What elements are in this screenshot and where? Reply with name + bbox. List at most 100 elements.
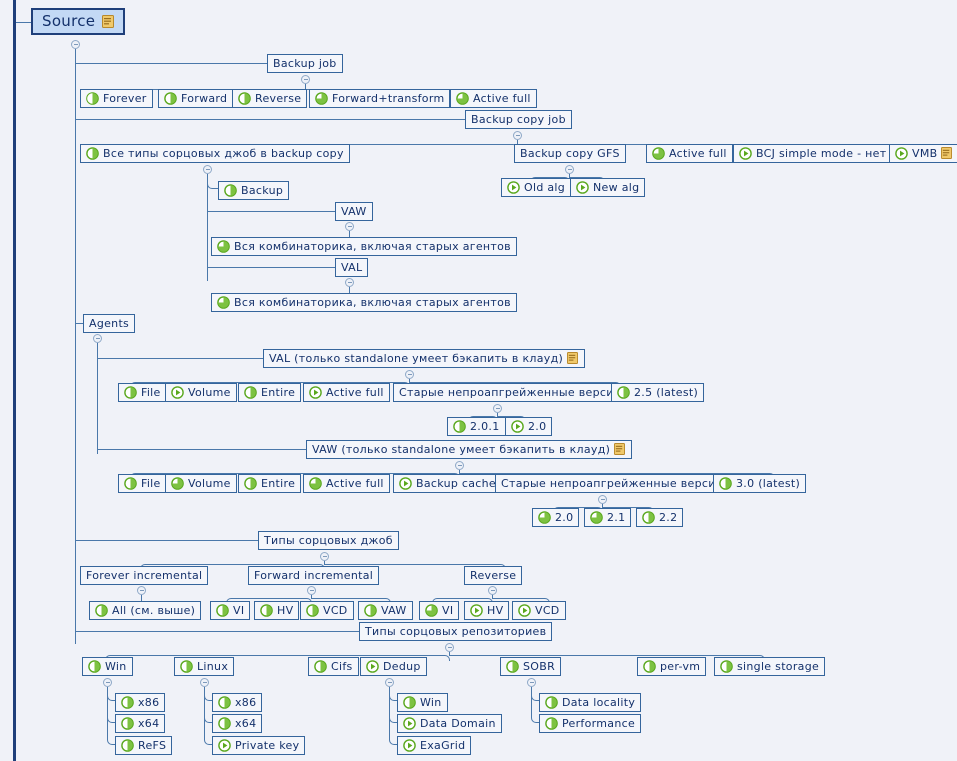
node-fi-vi[interactable]: VI [210,601,251,620]
node-vaw-active-full[interactable]: Active full [303,474,390,493]
node-val-latest[interactable]: 2.5 (latest) [611,383,705,402]
node-vaw-entire[interactable]: Entire [238,474,302,493]
node-linux-x64[interactable]: x64 [212,714,263,733]
collapse-handle-bcj[interactable] [513,131,522,140]
node-vaw-old-versions[interactable]: Старые непроапгрейженные версии [495,474,730,493]
node-bcj-active-full[interactable]: Active full [646,144,733,163]
collapse-handle-bcj-val[interactable] [345,278,354,287]
node-bcj-vaw-combo[interactable]: Вся комбинаторика, включая старых агенто… [211,237,517,256]
node-vaw-21[interactable]: 2.1 [584,508,632,527]
node-job-types-label: Типы сорцовых джоб [264,534,393,547]
node-val-20[interactable]: 2.0 [505,417,553,436]
node-val-entire[interactable]: Entire [238,383,302,402]
node-val-201[interactable]: 2.0.1 [447,417,506,436]
node-bj-forward-transform[interactable]: Forward+transform [309,89,451,108]
collapse-handle-source[interactable] [71,40,80,49]
node-win-x64[interactable]: x64 [115,714,166,733]
node-sobr-data-locality[interactable]: Data locality [539,693,642,712]
collapse-handle-val-header[interactable] [405,370,414,379]
node-val-header[interactable]: VAL (только standalone умеет бэкапить в … [263,349,586,368]
node-rv-hv[interactable]: HV [464,601,510,620]
node-dedup-win[interactable]: Win [397,693,448,712]
node-sobr-performance[interactable]: Performance [539,714,642,733]
node-val-old-versions[interactable]: Старые непроапгрейженные версии [393,383,628,402]
collapse-handle-vaw-old[interactable] [598,495,607,504]
node-vaw-20-label: 2.0 [555,511,574,524]
node-repo-win[interactable]: Win [82,657,133,676]
node-job-types[interactable]: Типы сорцовых джоб [258,531,399,550]
collapse-handle-repo-win[interactable] [103,678,112,687]
node-bcj-vmb[interactable]: VMB [889,144,957,163]
collapse-handle-repo-dedup[interactable] [385,678,394,687]
node-vaw-backup-cache[interactable]: Backup cache [393,474,502,493]
node-bj-reverse[interactable]: Reverse [232,89,308,108]
node-vaw-latest[interactable]: 3.0 (latest) [713,474,807,493]
node-jt-reverse[interactable]: Reverse [464,566,523,585]
node-repo-dedup[interactable]: Dedup [360,657,427,676]
collapse-handle-gfs[interactable] [565,165,574,174]
node-val-active-full[interactable]: Active full [303,383,390,402]
node-val-file[interactable]: File [118,383,167,402]
node-source[interactable]: Source [31,8,126,35]
node-repo-per-vm[interactable]: per-vm [637,657,707,676]
collapse-handle-vaw-header[interactable] [455,461,464,470]
node-repo-linux[interactable]: Linux [174,657,235,676]
node-linux-x86[interactable]: x86 [212,693,263,712]
node-bj-active-full[interactable]: Active full [450,89,537,108]
node-jt-all[interactable]: All (см. выше) [89,601,202,620]
mindmap-canvas: Source Backup job Forever Forward Revers… [0,0,957,761]
collapse-handle-val-old[interactable] [493,404,502,413]
node-repo-sobr[interactable]: SOBR [500,657,562,676]
node-repo-single-storage[interactable]: single storage [714,657,826,676]
collapse-handle-all-types[interactable] [203,165,212,174]
node-vaw-volume[interactable]: Volume [165,474,237,493]
node-backup-copy-job[interactable]: Backup copy job [465,110,572,129]
node-vaw-22[interactable]: 2.2 [636,508,684,527]
collapse-handle-job-types[interactable] [320,552,329,561]
collapse-handle-reverse[interactable] [488,586,497,595]
node-jt-forward-incremental[interactable]: Forward incremental [248,566,380,585]
node-rv-vi[interactable]: VI [419,601,460,620]
node-bcj-val[interactable]: VAL [335,258,369,277]
collapse-handle-backup-job[interactable] [301,75,310,84]
collapse-handle-bcj-vaw[interactable] [345,222,354,231]
collapse-handle-forever-inc[interactable] [137,586,146,595]
node-agents[interactable]: Agents [83,314,136,333]
node-bcj-all-types[interactable]: Все типы сорцовых джоб в backup copy [80,144,350,163]
node-bj-forward[interactable]: Forward [158,89,234,108]
node-fi-vcd[interactable]: VCD [300,601,354,620]
node-fi-hv-label: HV [277,604,294,617]
collapse-handle-repo-linux[interactable] [200,678,209,687]
node-vaw-file[interactable]: File [118,474,167,493]
node-dedup-data-domain[interactable]: Data Domain [397,714,502,733]
collapse-handle-repo-sobr[interactable] [527,678,536,687]
node-rv-vcd[interactable]: VCD [512,601,566,620]
node-repo-types[interactable]: Типы сорцовых репозиториев [359,622,553,641]
node-fi-vaw[interactable]: VAW [358,601,413,620]
node-bcj-backup[interactable]: Backup [218,181,290,200]
node-vaw-header-label: VAW (только standalone умеет бэкапить в … [312,443,611,456]
collapse-handle-forward-inc[interactable] [307,586,316,595]
node-fi-hv[interactable]: HV [254,601,300,620]
collapse-handle-agents[interactable] [93,334,102,343]
node-val-20-label: 2.0 [528,420,547,433]
node-linux-private-key[interactable]: Private key [212,736,306,755]
node-backup-job[interactable]: Backup job [267,54,343,73]
node-win-refs[interactable]: ReFS [115,736,173,755]
half-filled-circle-icon [719,477,732,490]
node-vaw-20[interactable]: 2.0 [532,508,580,527]
node-bcj-gfs[interactable]: Backup copy GFS [514,144,626,163]
node-bcj-vaw[interactable]: VAW [335,202,373,221]
node-repo-cifs[interactable]: Cifs [308,657,359,676]
node-dedup-exagrid[interactable]: ExaGrid [397,736,472,755]
node-vaw-header[interactable]: VAW (только standalone умеет бэкапить в … [306,440,633,459]
node-gfs-new-alg[interactable]: New alg [570,178,646,197]
node-val-volume[interactable]: Volume [165,383,237,402]
collapse-handle-repo-types[interactable] [445,643,454,652]
node-bj-forever[interactable]: Forever [80,89,153,108]
node-bcj-val-combo[interactable]: Вся комбинаторика, включая старых агенто… [211,293,517,312]
node-gfs-old-alg[interactable]: Old alg [501,178,572,197]
node-jt-forever-incremental[interactable]: Forever incremental [80,566,209,585]
node-bcj-simple-mode[interactable]: BCJ simple mode - нет [733,144,893,163]
node-win-x86[interactable]: x86 [115,693,166,712]
